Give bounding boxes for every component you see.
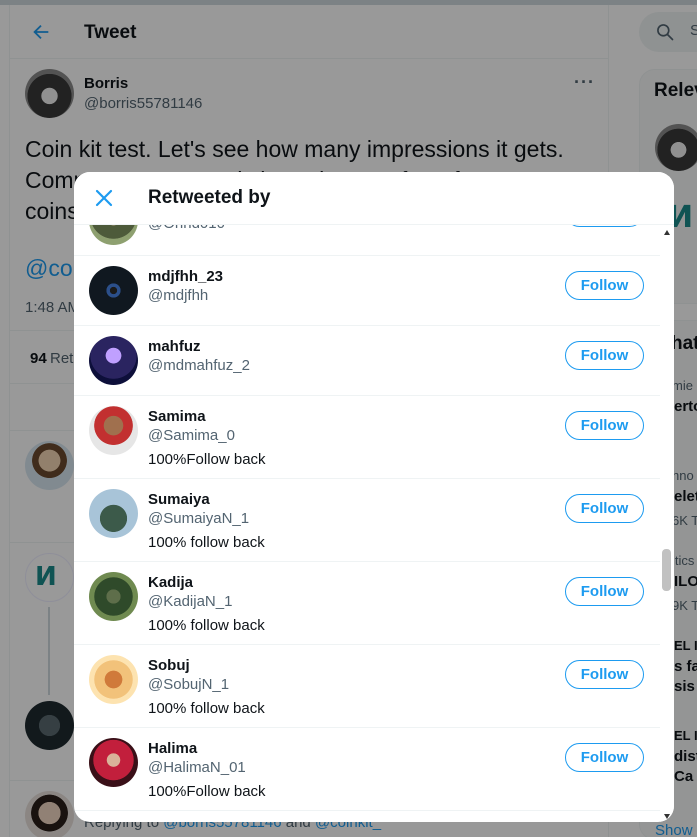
avatar[interactable] (89, 489, 138, 538)
user-handle[interactable]: @mdjfhh (148, 287, 208, 304)
user-name[interactable]: Kadija (148, 574, 193, 591)
follow-button[interactable]: Follow (565, 341, 644, 370)
follow-button[interactable]: Follow (565, 743, 644, 772)
list-item[interactable]: mahfuz @mdmahfuz_2 Follow (74, 326, 660, 396)
follow-button[interactable]: Follow (565, 494, 644, 523)
avatar[interactable] (89, 572, 138, 621)
user-bio: 100% follow back (148, 617, 265, 634)
follow-button[interactable]: Follow (565, 577, 644, 606)
user-handle[interactable]: @mdmahfuz_2 (148, 357, 250, 374)
user-bio: 100% follow back (148, 700, 265, 717)
follow-button[interactable]: Follow (565, 411, 644, 440)
scrollbar[interactable] (660, 225, 674, 822)
user-bio: 100% follow back (148, 534, 265, 551)
scroll-down-arrow-icon[interactable] (664, 814, 670, 819)
list-item[interactable]: Samima @Samima_0 100%Follow back Follow (74, 396, 660, 479)
list-item[interactable]: Halima @HalimaN_01 100%Follow back Follo… (74, 728, 660, 811)
list-item[interactable]: mdjfhh_23 @mdjfhh Follow (74, 256, 660, 326)
avatar[interactable] (89, 738, 138, 787)
retweeted-by-dialog: @Onnd010 Follow mdjfhh_23 @mdjfhh Follow… (74, 172, 674, 822)
avatar[interactable] (89, 266, 138, 315)
user-handle[interactable]: @HalimaN_01 (148, 759, 246, 776)
avatar[interactable] (89, 406, 138, 455)
user-name[interactable]: mahfuz (148, 338, 201, 355)
user-bio: 100%Follow back (148, 783, 266, 800)
close-icon[interactable] (94, 188, 114, 208)
user-name[interactable]: Sumaiya (148, 491, 210, 508)
dialog-title: Retweeted by (148, 187, 271, 208)
user-bio: 100%Follow back (148, 451, 266, 468)
scroll-up-arrow-icon[interactable] (664, 230, 670, 235)
scrollbar-thumb[interactable] (662, 549, 671, 591)
dialog-header: Retweeted by (74, 172, 674, 225)
list-item[interactable]: Sobuj @SobujN_1 100% follow back Follow (74, 645, 660, 728)
list-item[interactable]: Sumaiya @SumaiyaN_1 100% follow back Fol… (74, 479, 660, 562)
user-handle[interactable]: @SumaiyaN_1 (148, 510, 249, 527)
user-handle[interactable]: @SobujN_1 (148, 676, 229, 693)
user-name[interactable]: Sobuj (148, 657, 190, 674)
avatar[interactable] (89, 655, 138, 704)
user-handle[interactable]: @Samima_0 (148, 427, 235, 444)
user-name[interactable]: Samima (148, 408, 206, 425)
follow-button[interactable]: Follow (565, 271, 644, 300)
user-name[interactable]: Halima (148, 740, 197, 757)
retweeters-list[interactable]: @Onnd010 Follow mdjfhh_23 @mdjfhh Follow… (74, 172, 660, 822)
list-item[interactable]: Kadija @KadijaN_1 100% follow back Follo… (74, 562, 660, 645)
follow-button[interactable]: Follow (565, 660, 644, 689)
user-name[interactable]: mdjfhh_23 (148, 268, 223, 285)
user-handle[interactable]: @KadijaN_1 (148, 593, 232, 610)
avatar[interactable] (89, 336, 138, 385)
